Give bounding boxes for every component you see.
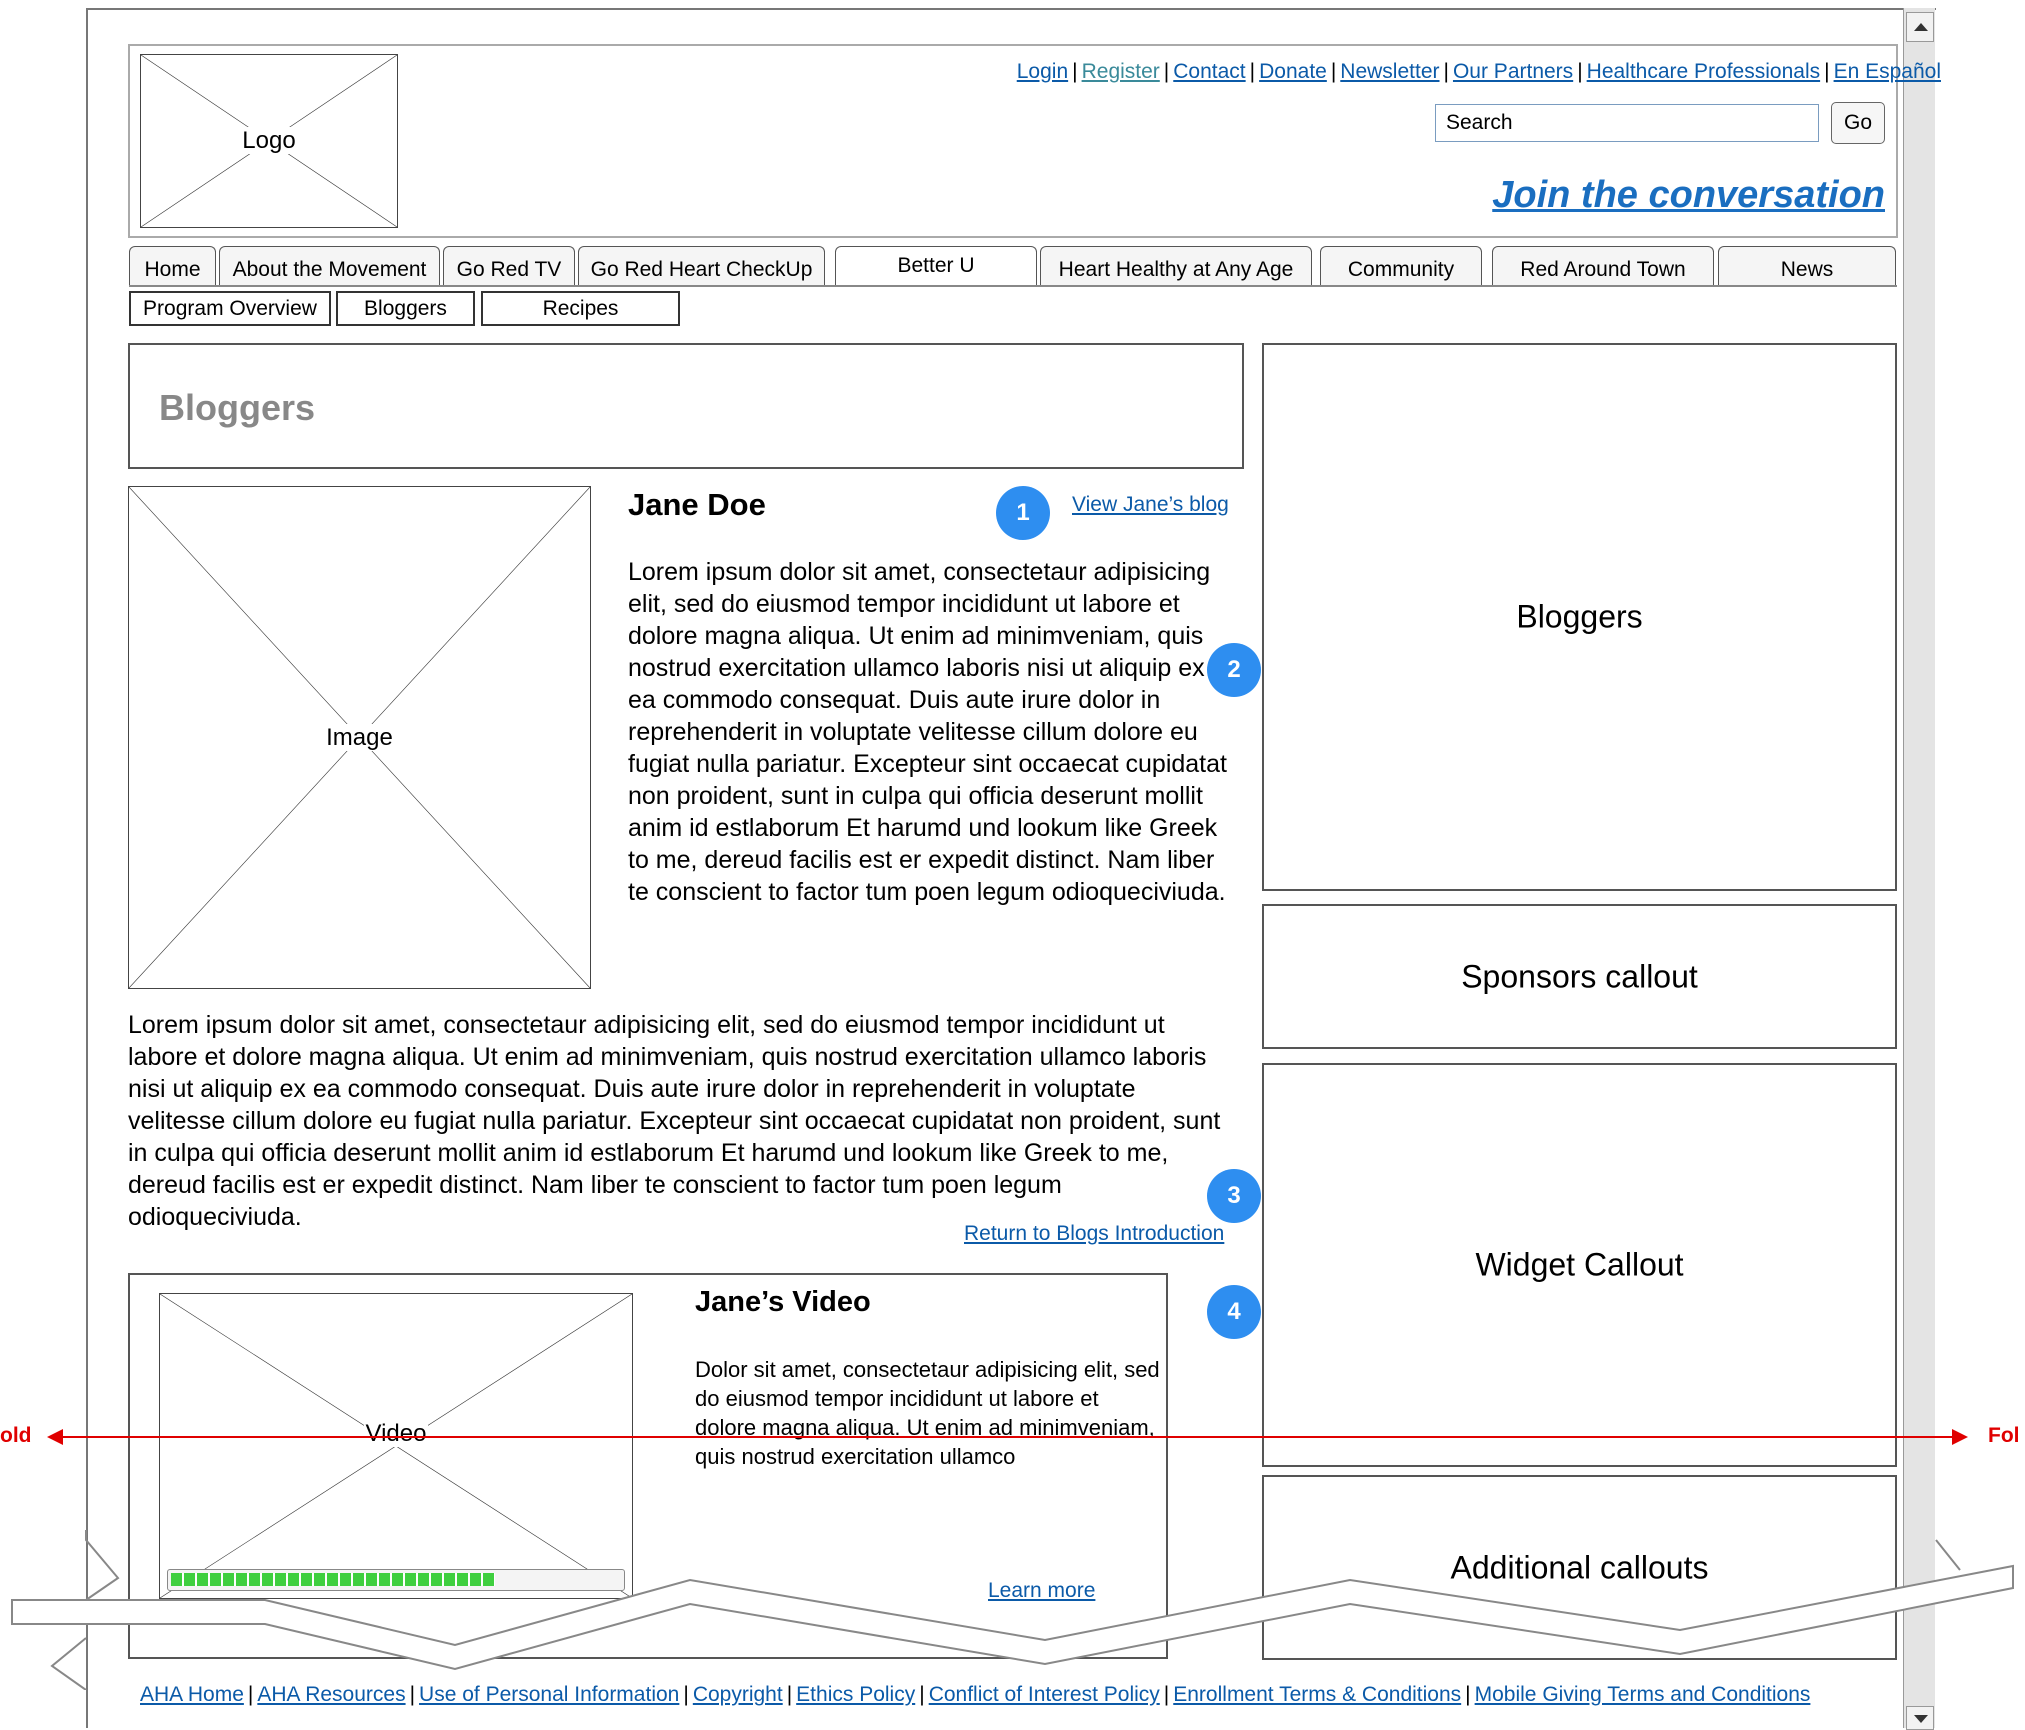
- utility-links: Login | Register | Contact | Donate | Newsletter…: [1016, 60, 1941, 83]
- sponsors-callout[interactable]: Sponsors callout: [1262, 904, 1897, 1049]
- tab-label: Go Red TV: [456, 258, 562, 281]
- contact-link[interactable]: Contact: [1173, 60, 1245, 83]
- tab-go-red-heart-checkup[interactable]: Go Red Heart CheckUp: [578, 246, 825, 286]
- annotation-badge-2: 2: [1207, 643, 1261, 697]
- fold-label-left: old: [0, 1424, 32, 1447]
- return-to-blogs-link[interactable]: Return to Blogs Introduction: [964, 1222, 1224, 1246]
- blogger-image: Image: [128, 486, 591, 989]
- video-title: Jane’s Video: [695, 1286, 871, 1318]
- tab-label: Go Red Heart CheckUp: [590, 258, 813, 281]
- subtab-recipes[interactable]: Recipes: [481, 291, 680, 326]
- subtab-label: Bloggers: [364, 297, 447, 320]
- join-conversation-link[interactable]: Join the conversation: [1492, 174, 1885, 217]
- footer-ethics-policy-link[interactable]: Ethics Policy: [796, 1683, 915, 1706]
- bloggers-callout-label: Bloggers: [1516, 598, 1643, 635]
- tab-label: Heart Healthy at Any Age: [1058, 258, 1294, 281]
- widget-callout-label: Widget Callout: [1475, 1246, 1684, 1283]
- logo[interactable]: Logo: [140, 54, 398, 228]
- subtab-label: Program Overview: [143, 297, 317, 320]
- tab-label: Community: [1347, 258, 1455, 281]
- tab-label: About the Movement: [232, 258, 427, 281]
- tab-bar-divider: [129, 285, 1897, 287]
- tab-heart-healthy-at-any-age[interactable]: Heart Healthy at Any Age: [1040, 246, 1312, 286]
- tab-label: News: [1780, 258, 1834, 281]
- tab-label: Home: [144, 258, 201, 281]
- fold-line: [52, 1436, 1952, 1438]
- image-label: Image: [324, 723, 395, 751]
- vertical-scrollbar[interactable]: [1903, 8, 1935, 1730]
- tab-about-the-movement[interactable]: About the Movement: [219, 246, 440, 286]
- scroll-up-icon[interactable]: [1906, 12, 1934, 42]
- annotation-badge-1: 1: [996, 486, 1050, 540]
- logo-label: Logo: [240, 127, 298, 154]
- tab-label: Better U: [897, 254, 975, 277]
- login-link[interactable]: Login: [1017, 60, 1068, 83]
- annotation-badge-4: 4: [1207, 1285, 1261, 1339]
- tab-go-red-tv[interactable]: Go Red TV: [443, 246, 575, 286]
- view-blog-link[interactable]: View Jane’s blog: [1072, 493, 1229, 517]
- page-break-zigzag: [11, 1530, 2014, 1690]
- annotation-badge-3: 3: [1207, 1169, 1261, 1223]
- footer-mobile-giving-terms-link[interactable]: Mobile Giving Terms and Conditions: [1475, 1683, 1811, 1706]
- blogger-name: Jane Doe: [628, 487, 766, 522]
- video-label: Video: [363, 1419, 429, 1447]
- scroll-down-icon[interactable]: [1906, 1706, 1934, 1730]
- widget-callout[interactable]: Widget Callout: [1262, 1063, 1897, 1467]
- footer-enrollment-terms-link[interactable]: Enrollment Terms & Conditions: [1173, 1683, 1461, 1706]
- page-title: Bloggers: [159, 387, 316, 428]
- tab-red-around-town[interactable]: Red Around Town: [1492, 246, 1714, 286]
- video-description: Dolor sit amet, consectetaur adipisicing…: [695, 1357, 1160, 1469]
- tab-news[interactable]: News: [1718, 246, 1896, 286]
- healthcare-professionals-link[interactable]: Healthcare Professionals: [1587, 60, 1820, 83]
- en-espanol-link[interactable]: En Español: [1834, 60, 1941, 83]
- fold-label-right: Fol: [1988, 1424, 2020, 1447]
- search-input[interactable]: Search: [1435, 104, 1819, 142]
- bloggers-callout[interactable]: Bloggers: [1262, 343, 1897, 891]
- footer-aha-home-link[interactable]: AHA Home: [140, 1683, 244, 1706]
- register-link[interactable]: Register: [1082, 60, 1160, 83]
- newsletter-link[interactable]: Newsletter: [1340, 60, 1439, 83]
- subtab-program-overview[interactable]: Program Overview: [129, 291, 331, 326]
- footer-use-of-personal-information-link[interactable]: Use of Personal Information: [419, 1683, 679, 1706]
- subtab-bloggers[interactable]: Bloggers: [336, 291, 475, 326]
- blogger-bio: Lorem ipsum dolor sit amet, consectetaur…: [628, 558, 1227, 906]
- footer-conflict-of-interest-link[interactable]: Conflict of Interest Policy: [929, 1683, 1160, 1706]
- subtab-label: Recipes: [542, 297, 619, 320]
- footer-aha-resources-link[interactable]: AHA Resources: [257, 1683, 405, 1706]
- footer-links: AHA Home | AHA Resources | Use of Personal I…: [140, 1683, 1811, 1706]
- our-partners-link[interactable]: Our Partners: [1453, 60, 1573, 83]
- fold-arrow-left-icon: [47, 1429, 63, 1445]
- body-paragraph: Lorem ipsum dolor sit amet, consectetaur…: [128, 1011, 1221, 1231]
- donate-link[interactable]: Donate: [1259, 60, 1327, 83]
- tab-community[interactable]: Community: [1320, 246, 1482, 286]
- fold-arrow-right-icon: [1952, 1429, 1968, 1445]
- tab-better-u[interactable]: Better U: [835, 246, 1037, 286]
- sponsors-callout-label: Sponsors callout: [1461, 958, 1698, 994]
- footer-copyright-link[interactable]: Copyright: [693, 1683, 783, 1706]
- search-go-button[interactable]: Go: [1831, 102, 1885, 144]
- tab-home[interactable]: Home: [129, 246, 216, 286]
- tab-label: Red Around Town: [1520, 258, 1686, 281]
- search-input-value: Search: [1446, 111, 1513, 134]
- search-go-label: Go: [1843, 111, 1872, 134]
